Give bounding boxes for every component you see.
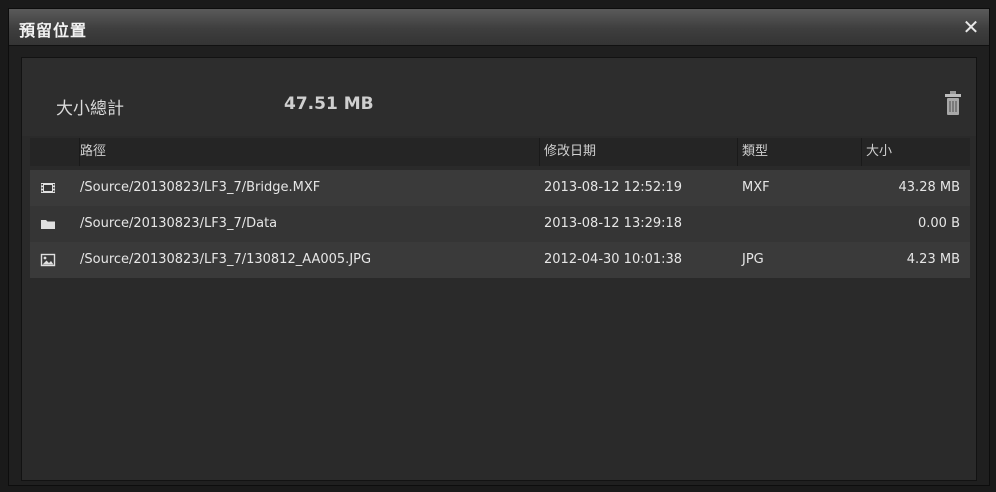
row-size: 4.23 MB: [906, 252, 960, 267]
placeholder-location-dialog: 預留位置 ✕ 大小總計 47.51 MB 路徑 修改日期 類型 大小 /Sour…: [8, 8, 990, 486]
header-type[interactable]: 類型: [738, 138, 862, 166]
header-path[interactable]: 路徑: [80, 138, 540, 166]
title-bar[interactable]: 預留位置 ✕: [9, 9, 989, 46]
row-path: /Source/20130823/LF3_7/130812_AA005.JPG: [80, 252, 372, 267]
dialog-title: 預留位置: [19, 21, 88, 40]
video-clip-icon: [41, 183, 55, 193]
header-size[interactable]: 大小: [862, 138, 970, 166]
header-modified-date[interactable]: 修改日期: [540, 138, 738, 166]
trash-icon[interactable]: [944, 90, 962, 116]
table-row[interactable]: /Source/20130823/LF3_7/Data 2013-08-12 1…: [30, 206, 970, 242]
row-size: 0.00 B: [918, 216, 960, 231]
row-type: MXF: [742, 180, 770, 195]
image-file-icon: [40, 253, 56, 267]
file-list: /Source/20130823/LF3_7/Bridge.MXF 2013-0…: [30, 170, 970, 278]
header-icon-column: [30, 138, 80, 166]
close-button[interactable]: ✕: [959, 15, 983, 39]
table-header: 路徑 修改日期 類型 大小: [30, 138, 970, 166]
row-path: /Source/20130823/LF3_7/Data: [80, 216, 278, 231]
row-modified-date: 2012-04-30 10:01:38: [544, 252, 683, 267]
row-modified-date: 2013-08-12 13:29:18: [544, 216, 683, 231]
total-size-label: 大小總計: [56, 99, 124, 119]
row-modified-date: 2013-08-12 12:52:19: [544, 180, 683, 195]
summary-bar: 大小總計 47.51 MB: [22, 58, 976, 136]
content-panel: 大小總計 47.51 MB 路徑 修改日期 類型 大小 /Source/2013…: [21, 57, 977, 481]
row-size: 43.28 MB: [898, 180, 960, 195]
folder-icon: [41, 220, 55, 229]
table-row[interactable]: /Source/20130823/LF3_7/Bridge.MXF 2013-0…: [30, 170, 970, 206]
total-size-value: 47.51 MB: [284, 94, 374, 114]
row-type: JPG: [742, 252, 764, 267]
table-row[interactable]: /Source/20130823/LF3_7/130812_AA005.JPG …: [30, 242, 970, 278]
row-path: /Source/20130823/LF3_7/Bridge.MXF: [80, 180, 321, 195]
